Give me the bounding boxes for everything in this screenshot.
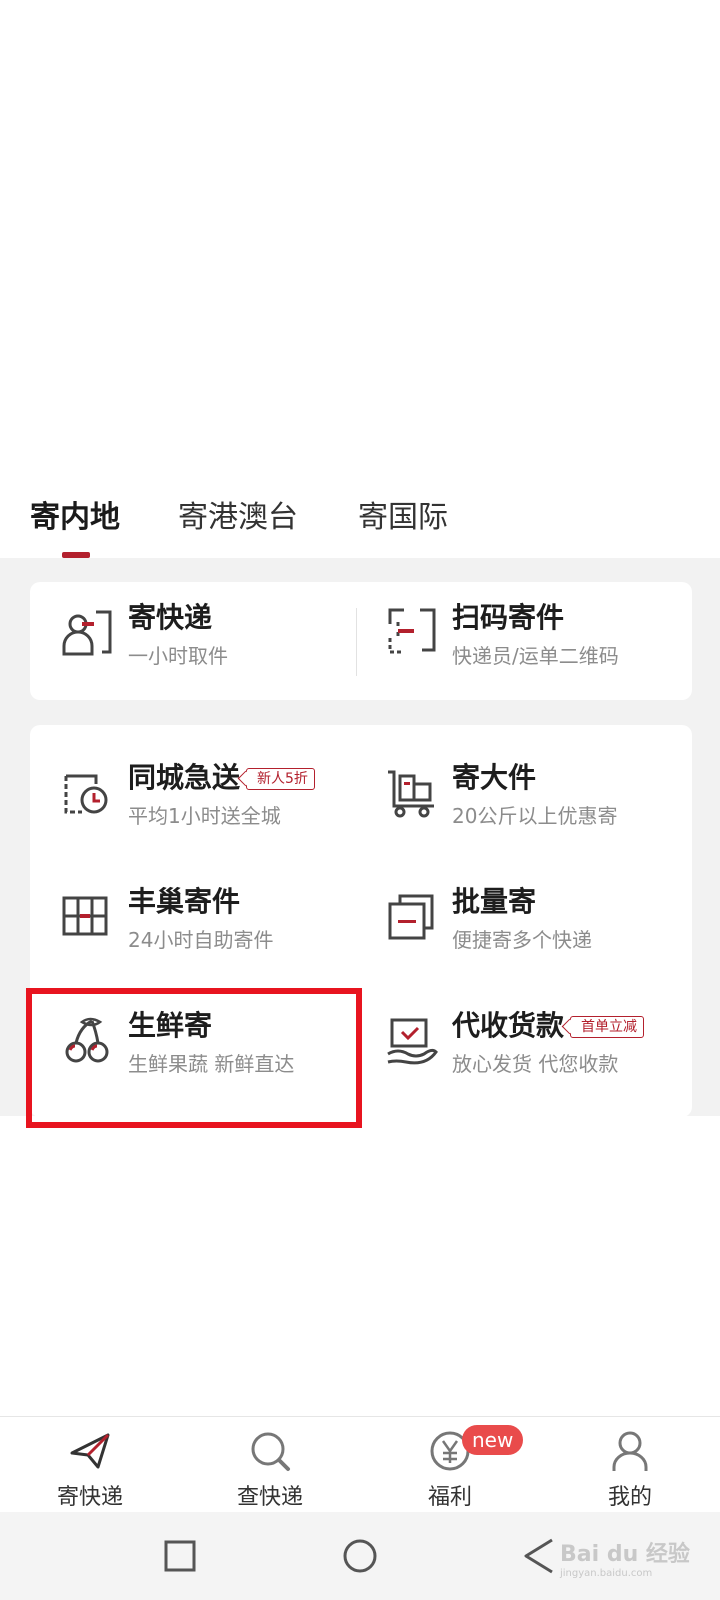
scan-frame-icon — [388, 608, 436, 654]
watermark-text: Bai du 经验 — [560, 1542, 690, 1567]
large-item-send-item[interactable]: 寄大件 20公斤以上优惠寄 — [384, 756, 684, 836]
item-subtitle: 放心发货 代您收款 — [452, 1052, 619, 1076]
tab-international[interactable]: 寄国际 — [358, 492, 448, 536]
box-clock-icon — [64, 774, 108, 814]
item-title: 寄快递 — [128, 601, 213, 634]
search-icon — [251, 1432, 290, 1471]
hand-check-icon — [387, 1018, 438, 1065]
item-subtitle: 便捷寄多个快递 — [452, 928, 592, 952]
scan-send-item[interactable]: 扫码寄件 快递员/运单二维码 — [384, 596, 684, 676]
person-frame-icon — [62, 610, 112, 656]
item-subtitle: 24小时自助寄件 — [128, 928, 274, 952]
item-subtitle: 快递员/运单二维码 — [452, 644, 619, 668]
watermark-sub: jingyan.baidu.com — [560, 1568, 653, 1579]
nav-label: 寄快递 — [56, 1485, 123, 1510]
hive-box-send-item[interactable]: 丰巢寄件 24小时自助寄件 — [60, 880, 350, 960]
locker-icon — [62, 896, 108, 936]
nav-mine[interactable]: 我的 — [540, 1417, 720, 1513]
send-express-item[interactable]: 寄快递 一小时取件 — [60, 596, 340, 676]
send-type-tabs: 寄内地 寄港澳台 寄国际 — [0, 470, 720, 560]
cash-on-delivery-item[interactable]: 代收货款 首单立减 放心发货 代您收款 — [384, 1004, 684, 1084]
trolley-icon — [388, 770, 434, 818]
item-title: 寄大件 — [452, 761, 537, 794]
tab-mainland[interactable]: 寄内地 — [30, 492, 120, 536]
baidu-watermark: Bai du 经验 jingyan.baidu.com — [560, 1536, 690, 1579]
item-title-text: 同城急送 — [128, 761, 241, 794]
item-title-text: 代收货款 — [452, 1009, 565, 1042]
item-subtitle: 20公斤以上优惠寄 — [452, 804, 618, 828]
item-title: 扫码寄件 — [452, 601, 565, 634]
highlight-box — [26, 988, 362, 1128]
nav-label: 我的 — [607, 1485, 652, 1510]
promo-tag: 首单立减 — [570, 1016, 645, 1038]
back-triangle-icon[interactable] — [516, 1532, 564, 1580]
item-title: 批量寄 — [452, 885, 537, 918]
home-circle-icon[interactable] — [336, 1532, 384, 1580]
new-badge: new — [462, 1425, 524, 1455]
item-subtitle: 一小时取件 — [128, 644, 228, 668]
content-blank-area — [0, 0, 720, 470]
bottom-navigation: 寄快递 查快递 new 福利 我的 — [0, 1416, 720, 1513]
item-title: 丰巢寄件 — [128, 885, 241, 918]
nav-send-express[interactable]: 寄快递 — [0, 1417, 180, 1513]
tab-hk-macau-taiwan[interactable]: 寄港澳台 — [178, 492, 298, 536]
same-city-express-item[interactable]: 同城急送 新人5折 平均1小时送全城 — [60, 756, 350, 836]
nav-label: 福利 — [427, 1485, 472, 1510]
paper-plane-icon — [70, 1433, 110, 1469]
promo-tag: 新人5折 — [246, 768, 315, 790]
recent-apps-icon[interactable] — [156, 1532, 204, 1580]
batch-send-item[interactable]: 批量寄 便捷寄多个快递 — [384, 880, 684, 960]
item-title: 代收货款 首单立减 — [452, 1004, 645, 1044]
stack-icon — [388, 894, 434, 940]
nav-benefits[interactable]: new 福利 — [360, 1417, 540, 1513]
user-icon — [612, 1431, 648, 1471]
item-subtitle: 平均1小时送全城 — [128, 804, 281, 828]
nav-track-express[interactable]: 查快递 — [180, 1417, 360, 1513]
card-divider — [356, 608, 357, 676]
nav-label: 查快递 — [236, 1485, 303, 1510]
item-title: 同城急送 新人5折 — [128, 756, 315, 796]
